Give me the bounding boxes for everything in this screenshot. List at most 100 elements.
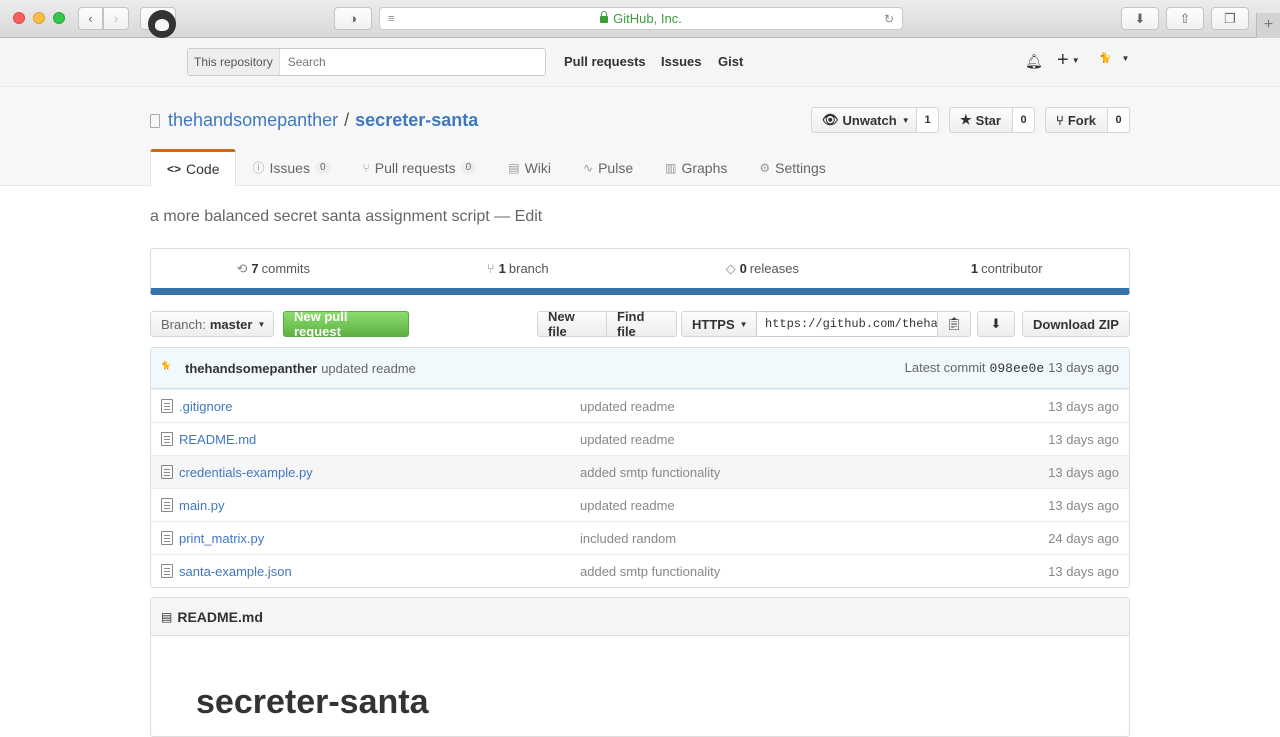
close-window-button[interactable]	[13, 12, 25, 24]
forward-button[interactable]: ›	[103, 7, 129, 30]
tab-pull-requests[interactable]: ⑂ Pull requests 0	[347, 149, 493, 186]
file-name-link[interactable]: main.py	[179, 498, 580, 513]
new-file-button[interactable]: New file	[537, 309, 607, 339]
fork-count[interactable]: 0	[1108, 107, 1130, 133]
tab-settings[interactable]: ⚙ Settings	[743, 149, 841, 186]
address-bar[interactable]: ≡ GitHub, Inc. ↻	[379, 7, 903, 30]
commit-age: 13 days ago	[1048, 360, 1119, 375]
caret-down-icon: ▼	[257, 319, 266, 329]
file-icon	[161, 399, 173, 413]
file-age: 13 days ago	[1048, 563, 1119, 579]
commit-message-link[interactable]: updated readme	[321, 361, 416, 376]
caret-down-icon: ▼	[901, 115, 910, 125]
file-name-link[interactable]: santa-example.json	[179, 564, 580, 579]
tab-label: Pulse	[598, 159, 634, 176]
path-separator: /	[344, 110, 350, 130]
minimize-window-button[interactable]	[33, 12, 45, 24]
caret-down-icon: ▼	[739, 319, 748, 329]
fork-button[interactable]: ⑂ Fork	[1045, 107, 1108, 133]
commits-label: commits	[261, 261, 311, 276]
commit-author-link[interactable]: thehandsomepanther	[185, 361, 317, 376]
privacy-button[interactable]: ◑	[334, 7, 372, 30]
downloads-button[interactable]: ⬇	[1121, 7, 1159, 30]
download-zip-button[interactable]: Download ZIP	[1022, 311, 1130, 337]
open-desktop-button[interactable]: ⬇	[977, 311, 1015, 337]
chevron-left-icon: ‹	[88, 11, 93, 26]
nav-gist[interactable]: Gist	[718, 54, 743, 69]
tab-wiki[interactable]: ▤ Wiki	[492, 149, 567, 186]
readme-header: ▤ README.md	[151, 598, 1129, 636]
releases-label: releases	[749, 261, 799, 276]
clone-protocol-select[interactable]: HTTPS ▼	[681, 311, 757, 337]
file-row: README.md updated readme 13 days ago	[151, 422, 1129, 455]
shield-icon: ◑	[349, 11, 357, 26]
latest-commit-info: Latest commit 098ee0e 13 days ago	[905, 360, 1119, 376]
tab-graphs[interactable]: ▥ Graphs	[649, 149, 743, 186]
branch-icon: ⑂	[486, 261, 495, 276]
file-name-link[interactable]: credentials-example.py	[179, 465, 580, 480]
tab-label: Pull requests	[374, 159, 456, 176]
back-button[interactable]: ‹	[78, 7, 103, 30]
tag-icon: ◇	[725, 260, 736, 276]
file-row: print_matrix.py included random 24 days ag…	[151, 521, 1129, 554]
star-button[interactable]: ★ Star	[949, 107, 1013, 133]
fork-label: Fork	[1067, 112, 1096, 128]
create-new-menu[interactable]: + ▼	[1057, 49, 1080, 72]
file-commit-message[interactable]: added smtp functionality	[580, 465, 1048, 480]
file-commit-message[interactable]: added smtp functionality	[580, 564, 1048, 579]
user-menu[interactable]: 🐈 ▼	[1099, 53, 1129, 64]
file-icon	[161, 432, 173, 446]
new-tab-button[interactable]: +	[1256, 13, 1280, 38]
file-name-link[interactable]: .gitignore	[179, 399, 580, 414]
copy-url-button[interactable]: 📋︎	[937, 311, 971, 337]
star-icon: ★	[960, 112, 972, 127]
unwatch-button[interactable]: 👁︎ Unwatch ▼	[811, 107, 917, 133]
tabs-button[interactable]: ❐	[1211, 7, 1249, 30]
repo-owner-link[interactable]: thehandsomepanther	[168, 110, 338, 131]
file-icon	[161, 531, 173, 545]
branches-link[interactable]: ⑂ 1 branch	[396, 249, 641, 288]
notifications-bell-icon[interactable]: 🔔︎	[1025, 53, 1043, 70]
nav-pull-requests[interactable]: Pull requests	[564, 54, 646, 69]
desktop-download-icon: ⬇	[990, 316, 1002, 331]
tab-code[interactable]: <> Code	[150, 149, 237, 186]
tab-pulse[interactable]: ∿ Pulse	[567, 149, 649, 186]
contributors-link[interactable]: 1 contributor	[885, 249, 1130, 288]
share-icon: ⇧	[1179, 10, 1191, 26]
tab-label: Code	[186, 160, 220, 177]
zoom-window-button[interactable]	[53, 12, 65, 24]
search-input[interactable]	[279, 55, 545, 69]
commit-sha-link[interactable]: 098ee0e	[990, 361, 1045, 376]
releases-link[interactable]: ◇ 0 releases	[640, 249, 885, 288]
reader-icon[interactable]: ≡	[388, 13, 394, 25]
star-count[interactable]: 0	[1013, 107, 1035, 133]
file-name-link[interactable]: print_matrix.py	[179, 531, 580, 546]
github-logo-icon[interactable]	[148, 10, 176, 38]
star-label: Star	[975, 112, 1001, 128]
tab-issues[interactable]: ⓘ Issues 0	[236, 149, 346, 186]
avatar: 🐈	[161, 361, 171, 370]
branch-prefix: Branch:	[161, 316, 206, 332]
unwatch-label: Unwatch	[842, 112, 897, 128]
clone-url-input[interactable]: https://github.com/thehandsomepanther/se…	[756, 311, 938, 337]
file-commit-message[interactable]: updated readme	[580, 432, 1048, 447]
share-button[interactable]: ⇧	[1166, 7, 1204, 30]
file-commit-message[interactable]: updated readme	[580, 399, 1048, 414]
repo-name-link[interactable]: secreter-santa	[355, 110, 478, 131]
file-age: 13 days ago	[1048, 398, 1119, 414]
repo-title: thehandsomepanther / secreter-santa	[150, 110, 478, 131]
branch-select[interactable]: Branch: master ▼	[150, 311, 274, 337]
latest-commit-prefix: Latest commit	[904, 360, 986, 375]
new-pull-request-button[interactable]: New pull request	[283, 309, 409, 339]
reload-icon[interactable]: ↻	[884, 12, 894, 26]
file-commit-message[interactable]: updated readme	[580, 498, 1048, 513]
file-commit-message[interactable]: included random	[580, 531, 1048, 546]
find-file-button[interactable]: Find file	[606, 309, 677, 339]
edit-description-link[interactable]: Edit	[515, 208, 543, 225]
commits-link[interactable]: ⟲ 7 commits	[151, 249, 396, 288]
watch-count[interactable]: 1	[917, 107, 939, 133]
nav-issues[interactable]: Issues	[661, 54, 701, 69]
commits-count: 7	[251, 261, 259, 276]
search-box[interactable]: This repository	[187, 48, 546, 76]
file-name-link[interactable]: README.md	[179, 432, 580, 447]
